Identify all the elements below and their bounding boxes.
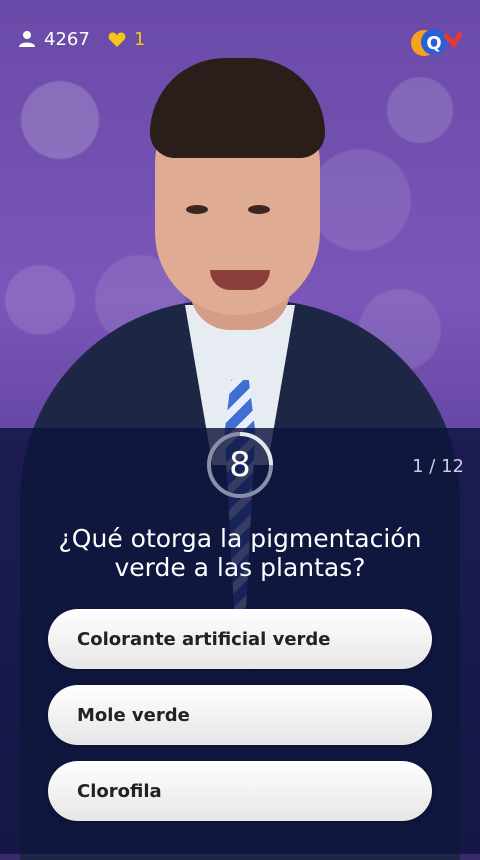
player-count-value: 4267 (44, 28, 90, 50)
answer-option-2[interactable]: Mole verde (48, 685, 432, 745)
top-bar: 4267 1 Q (18, 24, 462, 56)
question-text: ¿Qué otorga la pigmentación verde a las … (58, 524, 422, 582)
player-count: 4267 (18, 29, 90, 50)
host-eye-left (186, 205, 208, 214)
host-eye-right (248, 205, 270, 214)
answer-option-3[interactable]: Clorofila (48, 761, 432, 821)
person-icon (19, 31, 35, 47)
heart-icon (108, 32, 126, 47)
lives-count: 1 (108, 29, 145, 50)
host-hair (150, 58, 325, 158)
svg-text:Q: Q (426, 33, 441, 54)
lives-count-value: 1 (133, 28, 146, 50)
question-progress: 1 / 12 (412, 456, 464, 477)
app-logo-icon: Q (411, 29, 462, 56)
answer-option-1[interactable]: Colorante artificial verde (48, 609, 432, 669)
countdown-value: 8 (229, 445, 251, 485)
